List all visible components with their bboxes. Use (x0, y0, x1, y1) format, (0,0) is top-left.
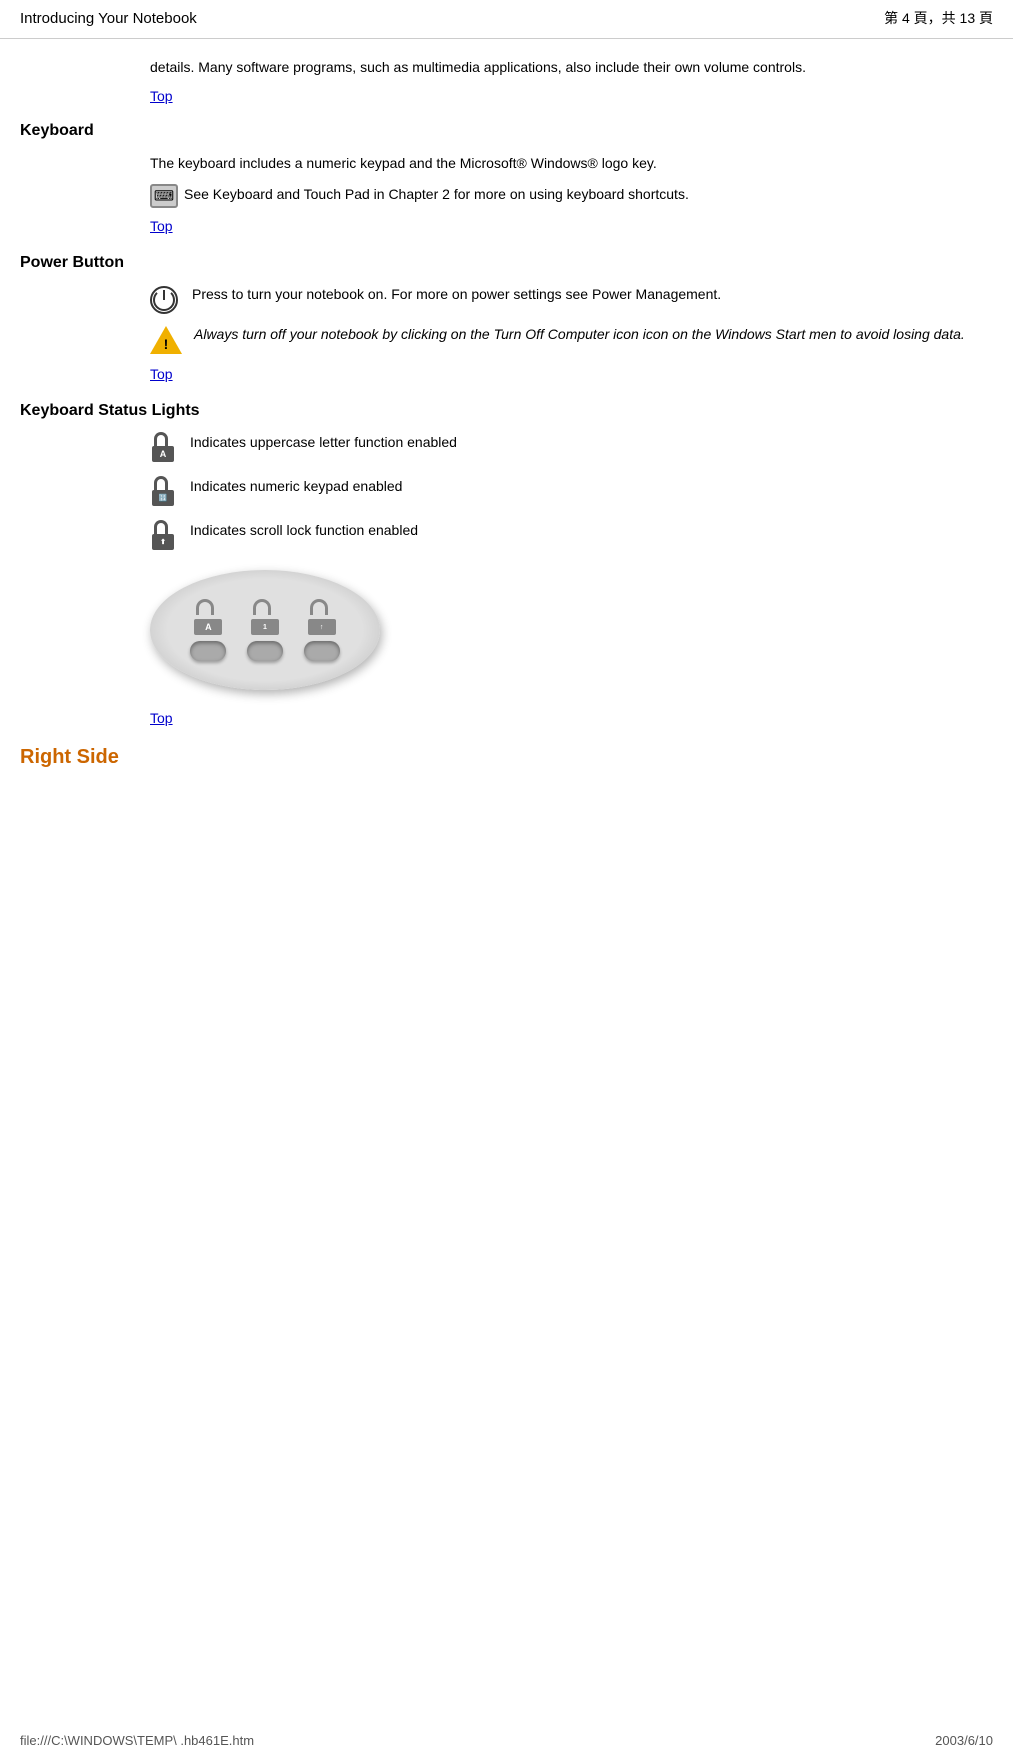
scroll-lock-label: Indicates scroll lock function enabled (190, 520, 418, 541)
scroll-lock-body: ⬆ (152, 534, 174, 550)
right-side-heading: Right Side (20, 746, 993, 769)
power-icon (150, 286, 178, 314)
footer-date: 2003/6/10 (935, 1733, 993, 1748)
keyboard-icon (150, 184, 178, 208)
key-btn-caps (190, 641, 226, 661)
top-anchor-keyboard-status[interactable]: Top (150, 710, 173, 726)
top-link-intro[interactable]: Top (150, 88, 993, 104)
status-light-num: 🔢 Indicates numeric keypad enabled (150, 476, 993, 506)
page-footer: file:///C:\WINDOWS\TEMP\ .hb461E.htm 200… (0, 1727, 1013, 1754)
key-scroll-shackle (310, 599, 328, 615)
top-link-power[interactable]: Top (150, 366, 993, 382)
keyboard-status-heading: Keyboard Status Lights (20, 402, 993, 420)
key-symbol-scroll: ↑ (305, 599, 339, 635)
top-link-keyboard[interactable]: Top (150, 218, 993, 234)
keyboard-body-text: The keyboard includes a numeric keypad a… (150, 152, 993, 174)
power-note-text: Press to turn your notebook on. For more… (192, 284, 721, 305)
num-lock-shackle (154, 476, 168, 490)
keyboard-note-row: See Keyboard and Touch Pad in Chapter 2 … (150, 184, 993, 208)
keyboard-status-section: Keyboard Status Lights A Indicates upper… (20, 402, 993, 726)
key-caps-shackle (196, 599, 214, 615)
caps-lock-icon: A (150, 432, 176, 462)
keyboard-status-oval: A 1 ↑ (150, 570, 380, 690)
keyboard-section: Keyboard The keyboard includes a numeric… (20, 122, 993, 234)
top-anchor-intro[interactable]: Top (150, 88, 173, 104)
scroll-lock-icon: ⬆ (150, 520, 176, 550)
key-indicator-num: 1 (247, 599, 283, 661)
num-lock-body: 🔢 (152, 490, 174, 506)
right-side-section: Right Side (20, 746, 993, 769)
status-light-scroll: ⬆ Indicates scroll lock function enabled (150, 520, 993, 550)
keyboard-note-text: See Keyboard and Touch Pad in Chapter 2 … (184, 184, 689, 205)
page-content: details. Many software programs, such as… (0, 47, 1013, 829)
top-link-keyboard-status[interactable]: Top (150, 710, 993, 726)
key-indicator-caps: A (190, 599, 226, 661)
key-scroll-body: ↑ (308, 619, 336, 635)
power-button-heading: Power Button (20, 254, 993, 272)
caps-lock-shackle (154, 432, 168, 446)
num-lock-label: Indicates numeric keypad enabled (190, 476, 402, 497)
page-info: 第 4 頁，共 13 頁 (884, 8, 993, 28)
warning-icon: ! (150, 326, 182, 356)
key-btn-scroll (304, 641, 340, 661)
key-symbol-num: 1 (248, 599, 282, 635)
page-title: Introducing Your Notebook (20, 10, 197, 27)
key-num-shackle (253, 599, 271, 615)
warning-note-row: ! Always turn off your notebook by click… (150, 324, 993, 356)
status-light-caps: A Indicates uppercase letter function en… (150, 432, 993, 462)
key-caps-body: A (194, 619, 222, 635)
key-symbol-caps: A (191, 599, 225, 635)
key-num-body: 1 (251, 619, 279, 635)
power-button-section: Power Button Press to turn your notebook… (20, 254, 993, 382)
power-note-row: Press to turn your notebook on. For more… (150, 284, 993, 314)
key-indicator-scroll: ↑ (304, 599, 340, 661)
keyboard-heading: Keyboard (20, 122, 993, 140)
caps-lock-label: Indicates uppercase letter function enab… (190, 432, 457, 453)
scroll-lock-shackle (154, 520, 168, 534)
key-btn-num (247, 641, 283, 661)
warning-exclaim: ! (164, 336, 169, 352)
page-header: Introducing Your Notebook 第 4 頁，共 13 頁 (0, 0, 1013, 34)
keyboard-body: The keyboard includes a numeric keypad a… (150, 152, 993, 208)
warning-note-text: Always turn off your notebook by clickin… (194, 324, 965, 345)
num-lock-icon: 🔢 (150, 476, 176, 506)
footer-file-path: file:///C:\WINDOWS\TEMP\ .hb461E.htm (20, 1733, 254, 1748)
caps-lock-body: A (152, 446, 174, 462)
top-anchor-keyboard[interactable]: Top (150, 218, 173, 234)
keyboard-status-image: A 1 ↑ (150, 570, 993, 690)
intro-text: details. Many software programs, such as… (150, 57, 993, 78)
top-anchor-power[interactable]: Top (150, 366, 173, 382)
